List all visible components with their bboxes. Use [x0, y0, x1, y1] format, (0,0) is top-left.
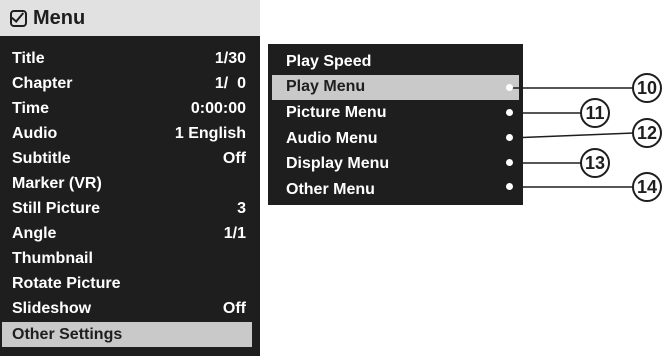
leader-line-12 — [509, 132, 635, 139]
callout-14: 14 — [632, 172, 662, 202]
pointer-dot — [506, 159, 513, 166]
callout-10: 10 — [632, 73, 662, 103]
callout-leader-lines — [509, 87, 635, 188]
callout-12: 12 — [632, 118, 662, 148]
pointer-dot — [506, 84, 513, 91]
callout-11: 11 — [580, 98, 610, 128]
pointer-dot — [506, 109, 513, 116]
pointer-dot — [506, 134, 513, 141]
pointer-dot — [506, 183, 513, 190]
callout-13: 13 — [580, 148, 610, 178]
